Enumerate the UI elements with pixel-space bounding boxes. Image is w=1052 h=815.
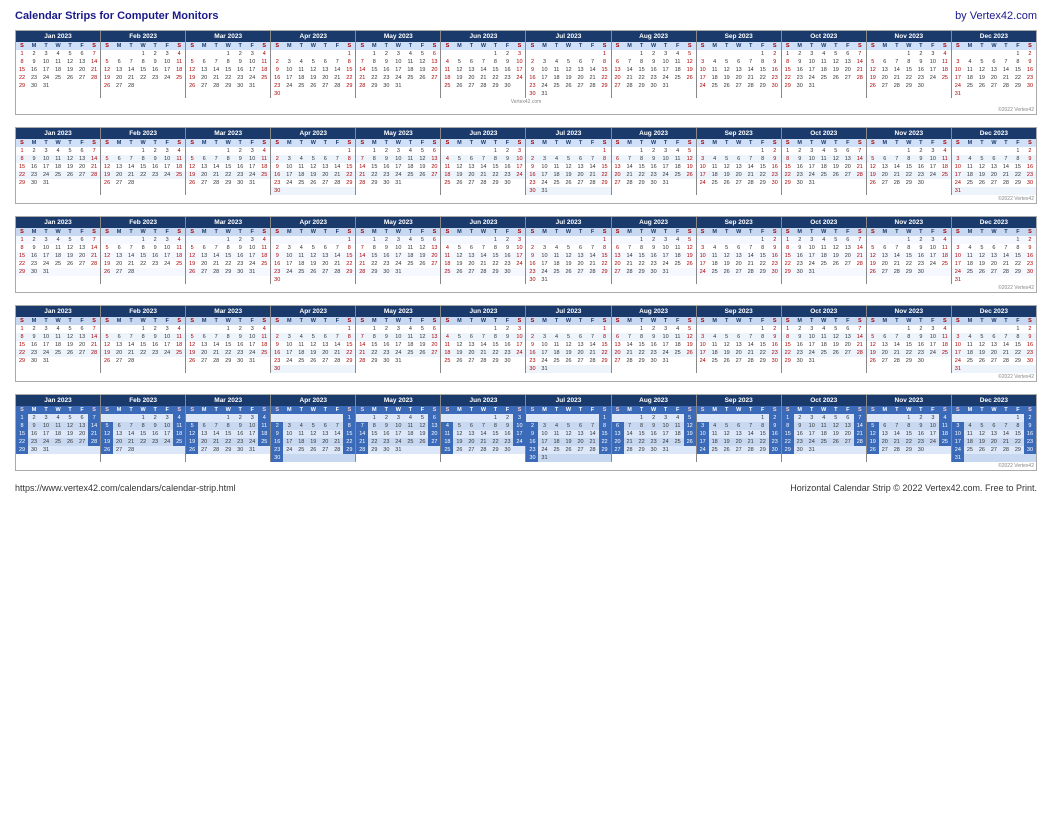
calendar-strip-strip1: Jan 2023SMTWTFS1234567891011121314151617… [15,30,1037,115]
calendar-strip-strip4: Jan 2023SMTWTFS1234567891011121314151617… [15,305,1037,382]
page-footer: https://www.vertex42.com/calendars/calen… [15,483,1037,493]
page-brand: by Vertex42.com [955,10,1037,22]
footer-url: https://www.vertex42.com/calendars/calen… [15,483,236,493]
page-title: Calendar Strips for Computer Monitors [15,10,219,22]
calendar-strip-strip2: Jan 2023SMTWTFS1234567891011121314151617… [15,127,1037,204]
footer-copyright: Horizontal Calendar Strip © 2022 Vertex4… [790,483,1037,493]
strips-container: Jan 2023SMTWTFS1234567891011121314151617… [15,30,1037,471]
page-header: Calendar Strips for Computer Monitors by… [15,10,1037,22]
calendar-strip-strip5: Jan 2023SMTWTFS1234567891011121314151617… [15,394,1037,471]
calendar-strip-strip3: Jan 2023SMTWTFS1234567891011121314151617… [15,216,1037,293]
